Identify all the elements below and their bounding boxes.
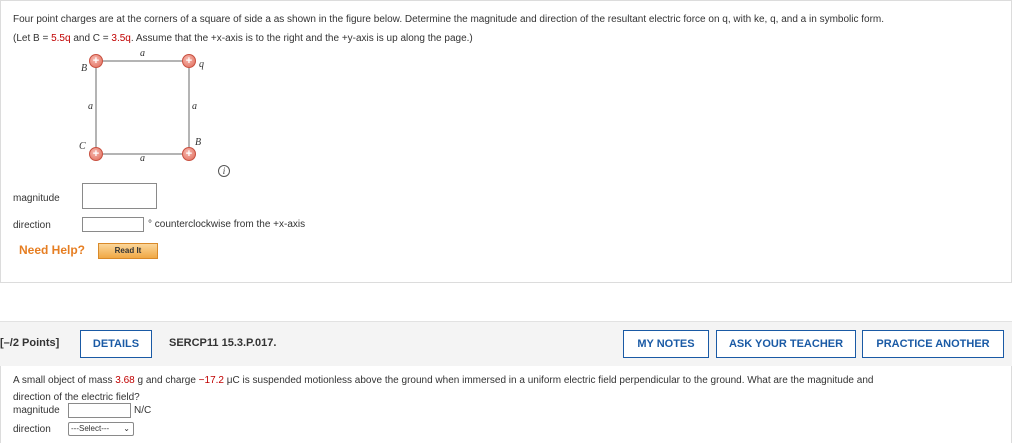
question-1-text: Four point charges are at the corners of… (13, 10, 1003, 48)
question-2-text: A small object of mass 3.68 g and charge… (13, 372, 1003, 406)
charge-square-figure: + + + + B q C B a a a a (76, 46, 236, 178)
c-value: 3.5q (111, 33, 131, 44)
q2-direction-label: direction (13, 424, 51, 435)
charge-bottom-left: + (89, 147, 103, 161)
label-q: q (199, 59, 204, 70)
label-b-bottom: B (195, 137, 202, 148)
chevron-down-icon: ⌄ (123, 424, 130, 433)
points-label: [–/2 Points] (0, 337, 60, 349)
info-icon[interactable]: i (218, 165, 230, 177)
magnitude-label: magnitude (13, 193, 60, 204)
mass-value: 3.68 (115, 375, 135, 386)
b-value: 5.5q (51, 33, 71, 44)
charge-top-right: + (182, 54, 196, 68)
q2-magnitude-label: magnitude (13, 405, 60, 416)
q2-magnitude-unit: N/C (134, 405, 152, 416)
ask-your-teacher-button[interactable]: ASK YOUR TEACHER (716, 330, 856, 358)
direction-unit: ° counterclockwise from the +x-axis (148, 219, 306, 230)
q2-magnitude-input[interactable] (68, 403, 131, 418)
direction-input[interactable] (82, 217, 144, 232)
charge-bottom-right: + (182, 147, 196, 161)
side-label-top: a (140, 48, 145, 59)
side-label-bottom: a (140, 153, 145, 164)
question-2-line-2: direction of the electric field? (13, 392, 140, 403)
details-button[interactable]: DETAILS (80, 330, 152, 358)
side-label-right: a (192, 101, 197, 112)
label-c: C (79, 141, 86, 152)
direction-label: direction (13, 220, 51, 231)
magnitude-input[interactable] (82, 183, 157, 209)
question-id: SERCP11 15.3.P.017. (169, 337, 277, 349)
read-it-button[interactable]: Read It (98, 243, 158, 259)
my-notes-button[interactable]: MY NOTES (623, 330, 709, 358)
question-1-line-1: Four point charges are at the corners of… (13, 14, 885, 25)
label-b-top: B (81, 63, 88, 74)
q2-direction-select-value: ---Select--- (71, 424, 110, 433)
q2-direction-select[interactable]: ---Select--- ⌄ (68, 422, 134, 436)
side-label-left: a (88, 101, 93, 112)
charge-value: −17.2 (198, 375, 224, 386)
need-help-label: Need Help? (19, 243, 86, 257)
question-2-line-1: A small object of mass 3.68 g and charge… (13, 375, 874, 386)
charge-top-left: + (89, 54, 103, 68)
practice-another-button[interactable]: PRACTICE ANOTHER (862, 330, 1004, 358)
